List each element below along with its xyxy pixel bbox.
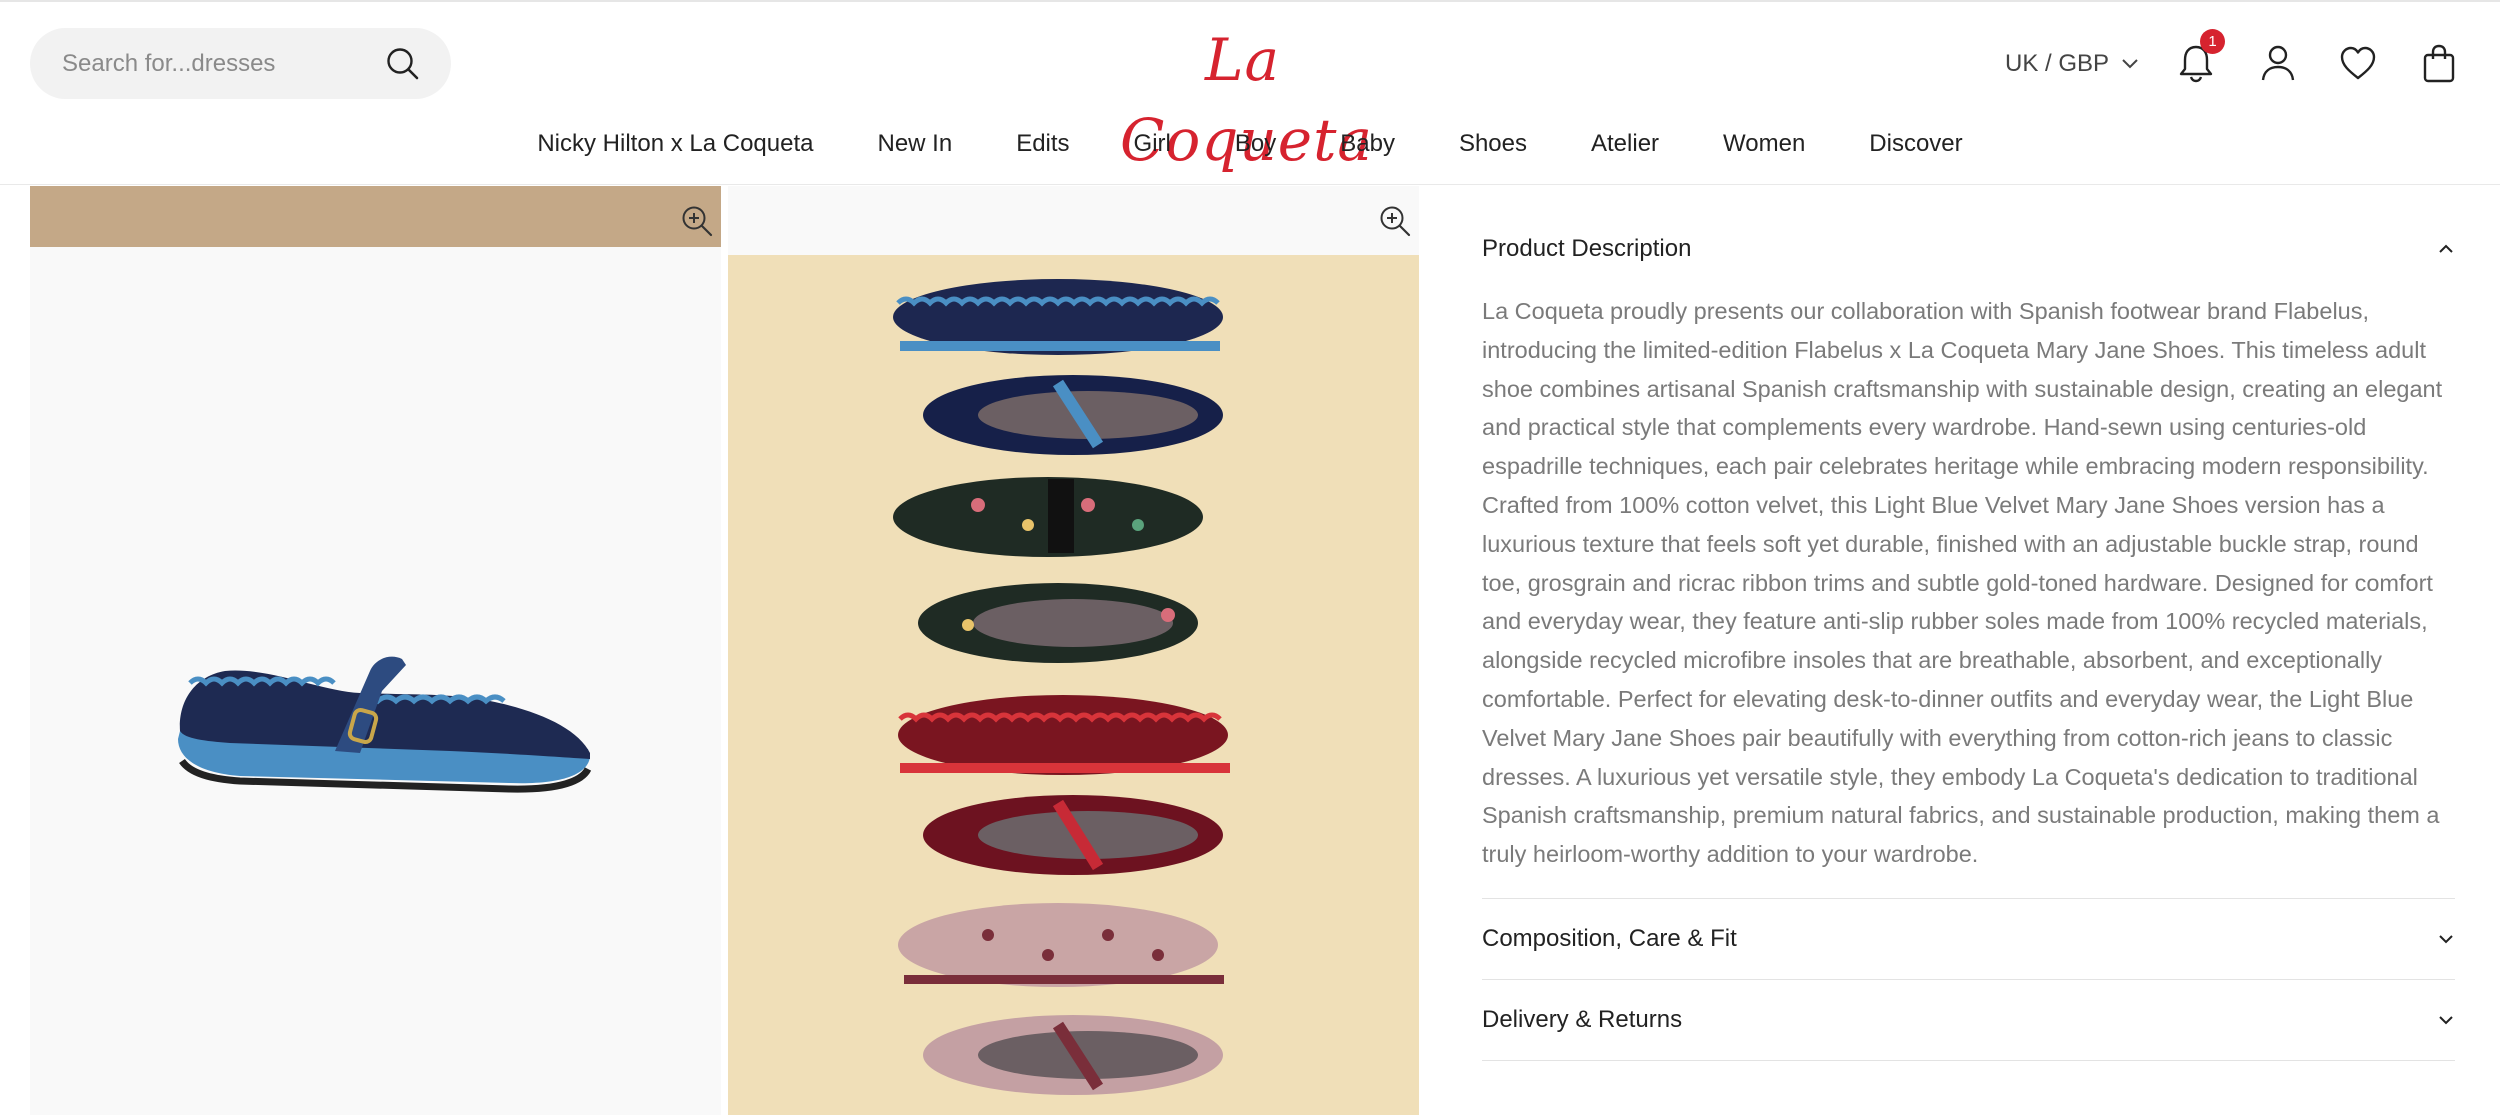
locale-label: UK / GBP	[2005, 50, 2110, 77]
heart-icon	[2340, 46, 2376, 80]
shoe-illustration	[178, 656, 592, 793]
chevron-up-icon	[2439, 244, 2453, 253]
cart-button[interactable]	[2416, 40, 2462, 86]
account-icon	[2261, 45, 2295, 81]
chevron-down-icon	[2122, 59, 2138, 69]
zoom-icon[interactable]	[680, 204, 714, 238]
nav-item-nicky-hilton[interactable]: Nicky Hilton x La Coqueta	[505, 124, 845, 164]
account-button[interactable]	[2255, 40, 2301, 86]
product-description-text: La Coqueta proudly presents our collabor…	[1482, 298, 2443, 868]
product-image-secondary[interactable]	[728, 186, 1419, 1115]
bag-icon	[2423, 44, 2455, 83]
nav-item-shoes[interactable]: Shoes	[1427, 124, 1559, 164]
accordion-title: Delivery & Returns	[1482, 1005, 1683, 1033]
nav-item-edits[interactable]: Edits	[984, 124, 1101, 164]
product-image-main[interactable]	[30, 186, 721, 1115]
accordion-delivery-returns[interactable]: Delivery & Returns	[1482, 980, 2455, 1061]
main-navigation: Nicky Hilton x La Coqueta New In Edits G…	[0, 124, 2500, 164]
accordion-title: Product Description	[1482, 234, 1692, 262]
search-button[interactable]	[383, 44, 423, 84]
shoe-stack-illustration	[893, 279, 1230, 1095]
zoom-icon[interactable]	[1378, 204, 1412, 238]
accordion-title: Composition, Care & Fit	[1482, 924, 1737, 952]
nav-item-discover[interactable]: Discover	[1837, 124, 1994, 164]
nav-item-new-in[interactable]: New In	[845, 124, 984, 164]
nav-item-women[interactable]: Women	[1691, 124, 1837, 164]
search-bar	[30, 28, 451, 99]
accordion-composition-care-fit[interactable]: Composition, Care & Fit	[1482, 899, 2455, 980]
search-input[interactable]	[62, 28, 382, 99]
locale-selector[interactable]: UK / GBP	[2005, 44, 2139, 84]
product-details-panel: Product Description La Coqueta proudly p…	[1482, 186, 2455, 1061]
site-header: La Coqueta UK / GBP 1 Nicky Hilton x La …	[0, 0, 2500, 185]
shoe-stack-photo	[728, 255, 1419, 1115]
nav-item-girl[interactable]: Girl	[1102, 124, 1203, 164]
nav-item-atelier[interactable]: Atelier	[1559, 124, 1691, 164]
notification-badge: 1	[2200, 29, 2225, 54]
nav-item-baby[interactable]: Baby	[1308, 124, 1427, 164]
nav-item-boy[interactable]: Boy	[1203, 124, 1308, 164]
search-icon	[387, 48, 419, 80]
brand-logo[interactable]: La Coqueta	[1120, 20, 1372, 174]
image-top-strip	[30, 186, 721, 247]
chevron-down-icon	[2439, 935, 2453, 944]
chevron-down-icon	[2439, 1016, 2453, 1025]
wishlist-button[interactable]	[2335, 40, 2381, 86]
